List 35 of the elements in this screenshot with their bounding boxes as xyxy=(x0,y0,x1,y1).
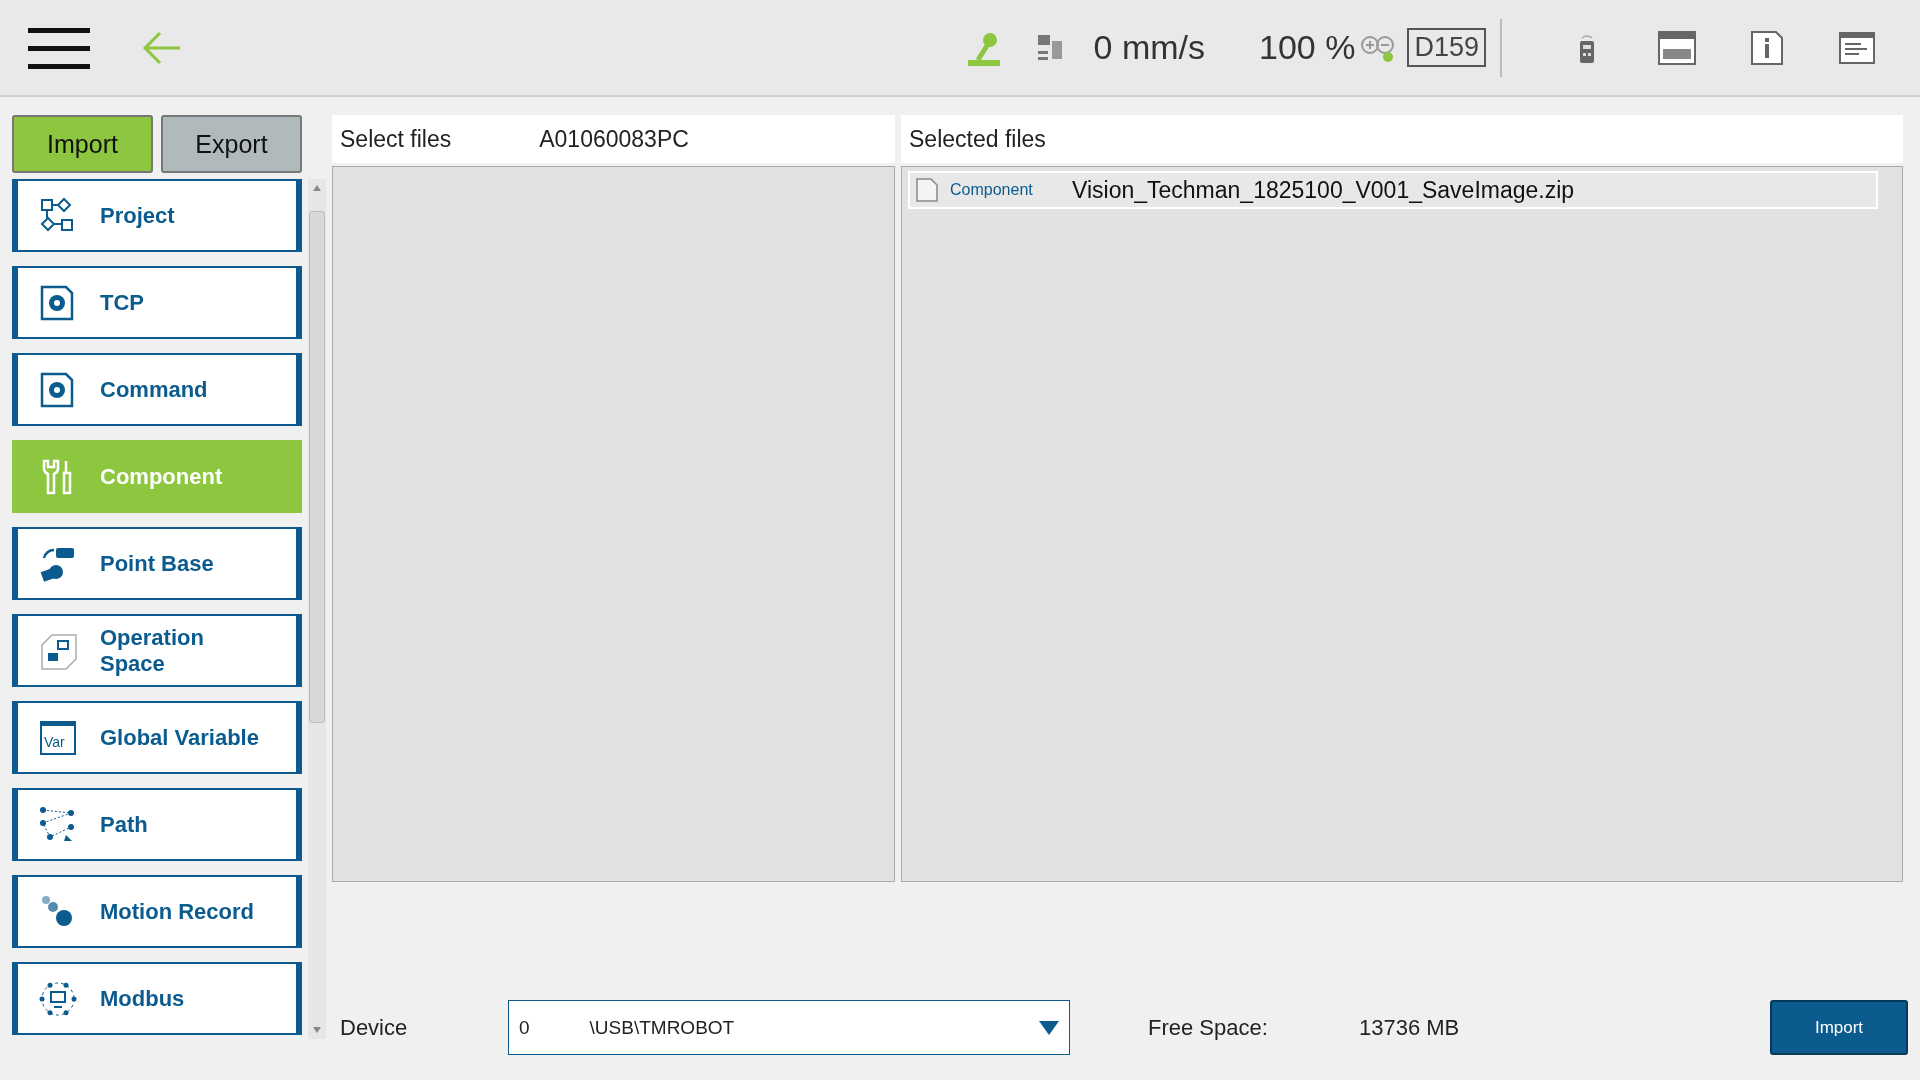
sidebar-item[interactable]: TCP xyxy=(12,266,302,339)
device-label: Device xyxy=(340,1014,409,1042)
sidebar-item[interactable]: Command xyxy=(12,353,302,426)
free-space-label: Free Space: xyxy=(1148,1014,1269,1042)
caret-icon xyxy=(1039,1020,1059,1035)
free-space-value: 13736 MB xyxy=(1359,1014,1460,1042)
sidebar-item[interactable]: Operation Space xyxy=(12,614,302,687)
mode-tab[interactable]: Export xyxy=(161,115,302,173)
menu-icon[interactable] xyxy=(28,25,90,70)
keyboard-icon[interactable] xyxy=(1658,30,1696,65)
panel-title: Select files xyxy=(340,125,452,153)
sidebar-item[interactable]: Var Global Variable xyxy=(12,701,302,774)
panel-title: Selected files xyxy=(909,125,1046,153)
log-window-icon[interactable] xyxy=(1839,31,1875,64)
mode-tab[interactable]: Import xyxy=(12,115,153,173)
speed-percent: 100 % xyxy=(1259,28,1356,67)
scroll-down-icon[interactable] xyxy=(313,1027,321,1033)
file-type: Component xyxy=(950,181,1034,199)
sidebar-item[interactable]: Project xyxy=(12,179,302,252)
document-icon xyxy=(916,178,938,202)
pendant-icon[interactable] xyxy=(1578,32,1596,63)
status-code: D159 xyxy=(1407,28,1486,67)
file-name: Vision_Techman_1825100_V001_SaveImage.zip xyxy=(1072,176,1575,204)
import-button[interactable]: Import xyxy=(1770,1000,1908,1055)
file-row[interactable]: Component Vision_Techman_1825100_V001_SaveImage.zip xyxy=(908,171,1878,209)
scrollbar[interactable] xyxy=(308,179,326,1039)
sidebar-item[interactable]: Path xyxy=(12,788,302,861)
sidebar-item[interactable]: Point Base xyxy=(12,527,302,600)
sidebar-item[interactable]: Modbus xyxy=(12,962,302,1035)
speed-reading: 0 mm/s xyxy=(1093,28,1206,67)
source-name: A01060083PC xyxy=(539,125,689,153)
info-icon[interactable] xyxy=(1750,29,1784,66)
scroll-up-icon[interactable] xyxy=(313,185,321,191)
device-dropdown[interactable]: 0 \USB\TMROBOT xyxy=(508,1000,1070,1055)
sidebar-item[interactable]: Motion Record xyxy=(12,875,302,948)
